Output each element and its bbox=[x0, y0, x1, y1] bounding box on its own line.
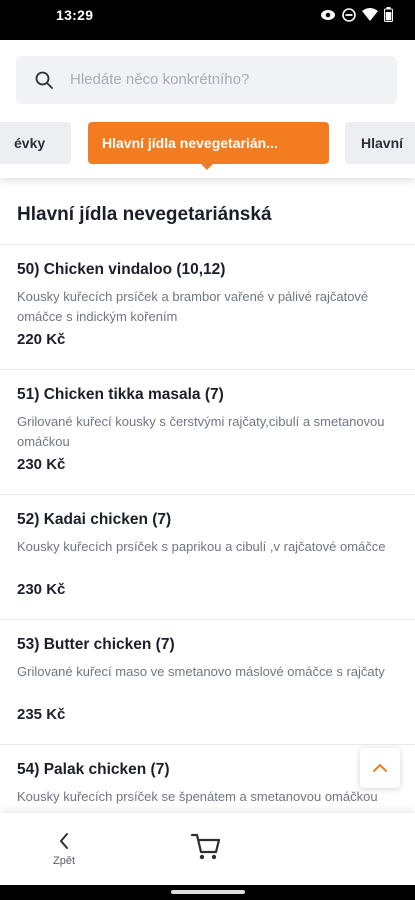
item-description: Kousky kuřecích prsíček se špenátem a sm… bbox=[17, 789, 378, 804]
menu-item[interactable]: 50) Chicken vindaloo (10,12) Kousky kuře… bbox=[0, 244, 415, 369]
item-price: 230 Kč bbox=[17, 581, 66, 598]
item-name: 54) Palak chicken (7) bbox=[17, 761, 170, 778]
item-name: 51) Chicken tikka masala (7) bbox=[17, 386, 224, 403]
active-tab-indicator bbox=[201, 164, 213, 170]
system-nav-bar bbox=[0, 885, 415, 900]
header: Hledáte něco konkrétního? évky Hlavní jí… bbox=[0, 40, 415, 178]
search-input[interactable]: Hledáte něco konkrétního? bbox=[16, 56, 397, 104]
tab-previous-category[interactable]: évky bbox=[0, 122, 71, 164]
item-name: 52) Kadai chicken (7) bbox=[17, 511, 172, 528]
menu-item[interactable]: 52) Kadai chicken (7) Kousky kuřecích pr… bbox=[0, 494, 415, 619]
item-name: 50) Chicken vindaloo (10,12) bbox=[17, 261, 226, 278]
tab-active-category[interactable]: Hlavní jídla nevegetarián... bbox=[88, 122, 329, 164]
wifi-icon bbox=[362, 8, 378, 21]
menu-item[interactable]: 51) Chicken tikka masala (7) Grilované k… bbox=[0, 369, 415, 494]
home-indicator[interactable] bbox=[171, 890, 245, 894]
eye-icon bbox=[320, 8, 336, 22]
status-time: 13:29 bbox=[56, 7, 94, 23]
status-bar: 13:29 bbox=[0, 0, 415, 40]
item-description: Grilované kuřecí kousky s čerstvými rajč… bbox=[17, 414, 385, 449]
menu-item[interactable]: 54) Palak chicken (7) Kousky kuřecích pr… bbox=[0, 744, 415, 813]
cart-icon bbox=[189, 833, 223, 865]
category-tabs: évky Hlavní jídla nevegetarián... Hlavní bbox=[0, 122, 415, 164]
item-price: 235 Kč bbox=[17, 706, 66, 723]
item-name: 53) Butter chicken (7) bbox=[17, 636, 175, 653]
status-icons bbox=[320, 7, 393, 22]
item-price: 220 Kč bbox=[17, 331, 66, 348]
search-placeholder: Hledáte něco konkrétního? bbox=[70, 71, 250, 88]
menu-list: Hlavní jídla nevegetariánská 50) Chicken… bbox=[0, 178, 415, 813]
item-description: Grilované kuřecí maso ve smetanovo máslo… bbox=[17, 664, 385, 679]
menu-item[interactable]: 53) Butter chicken (7) Grilované kuřecí … bbox=[0, 619, 415, 744]
section-title: Hlavní jídla nevegetariánská bbox=[17, 204, 272, 225]
tab-next-category[interactable]: Hlavní bbox=[345, 122, 415, 164]
item-description: Kousky kuřecích prsíček a brambor vařené… bbox=[17, 289, 369, 324]
bottom-nav: Zpět bbox=[0, 813, 415, 885]
cart-button[interactable] bbox=[189, 831, 227, 869]
back-label: Zpět bbox=[52, 855, 75, 867]
do-not-disturb-icon bbox=[342, 7, 356, 22]
scroll-to-top-button[interactable] bbox=[360, 748, 400, 788]
item-price: 230 Kč bbox=[17, 456, 66, 473]
back-button[interactable]: Zpět bbox=[40, 827, 88, 873]
search-icon bbox=[34, 70, 54, 95]
battery-icon bbox=[384, 7, 393, 22]
item-description: Kousky kuřecích prsíček s paprikou a cib… bbox=[17, 539, 386, 554]
